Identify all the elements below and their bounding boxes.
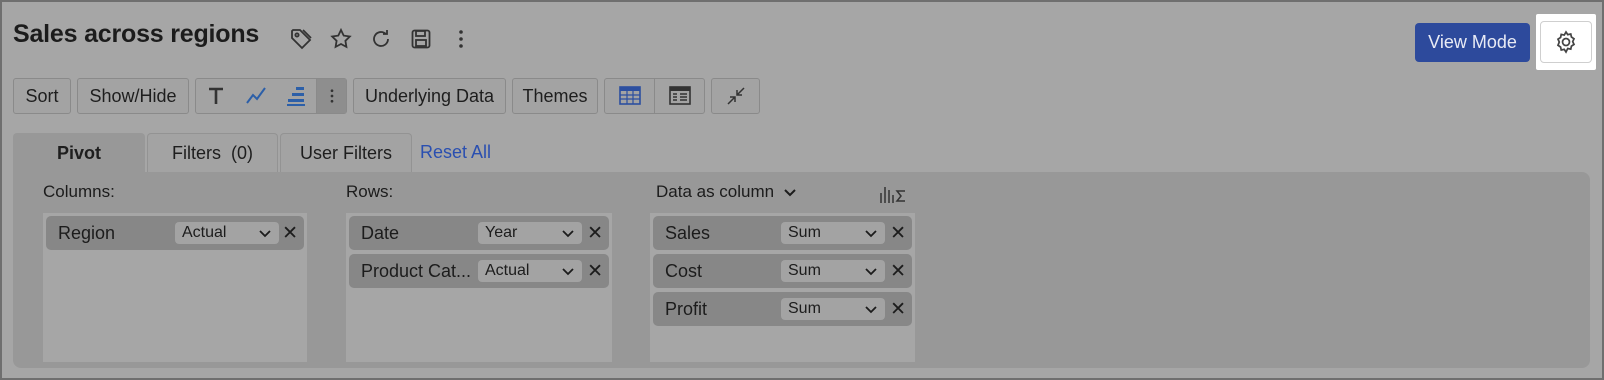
chevron-down-icon (562, 230, 574, 238)
rows-drop-zone[interactable]: Date Year ✕ Product Cat... Actual ✕ (346, 213, 612, 362)
rows-field-pill[interactable]: Date Year ✕ (349, 216, 609, 250)
aggregation-value: Actual (485, 262, 530, 279)
show-hide-button[interactable]: Show/Hide (77, 78, 189, 114)
page-title: Sales across regions (13, 20, 260, 48)
save-icon[interactable] (408, 26, 434, 52)
data-field-pill[interactable]: Profit Sum ✕ (653, 292, 912, 326)
aggregation-value: Sum (788, 224, 821, 241)
columns-label: Columns: (43, 182, 115, 201)
aggregation-select[interactable]: Sum (781, 260, 885, 282)
collapse-arrows-icon (726, 87, 745, 105)
settings-button[interactable] (1536, 14, 1596, 70)
tabular-layout-icon[interactable] (605, 79, 654, 113)
reset-all-link[interactable]: Reset All (420, 142, 491, 163)
more-vertical-icon[interactable] (448, 26, 474, 52)
settings-button-frame (1540, 21, 1592, 63)
remove-field-icon[interactable]: ✕ (890, 224, 906, 243)
chevron-down-icon (259, 230, 271, 238)
aggregation-select[interactable]: Sum (781, 298, 885, 320)
themes-button[interactable]: Themes (512, 78, 598, 114)
remove-field-icon[interactable]: ✕ (890, 262, 906, 281)
data-field-pill[interactable]: Cost Sum ✕ (653, 254, 912, 288)
field-name: Profit (665, 298, 708, 319)
field-name: Product Cat... (361, 260, 472, 281)
sort-button[interactable]: Sort (13, 78, 71, 114)
tab-pivot[interactable]: Pivot (13, 133, 145, 173)
aggregation-value: Actual (182, 224, 227, 241)
chevron-down-icon (865, 306, 877, 314)
collapse-button[interactable] (711, 78, 760, 114)
field-name: Sales (665, 222, 711, 243)
chevron-down-icon (784, 189, 796, 197)
chevron-down-icon (865, 230, 877, 238)
tab-user-filters[interactable]: User Filters (280, 133, 412, 173)
aggregation-value: Sum (788, 300, 821, 317)
remove-field-icon[interactable]: ✕ (587, 262, 603, 281)
aggregation-select[interactable]: Year (478, 222, 582, 244)
bar-format-icon[interactable] (276, 79, 316, 113)
gear-icon (1556, 30, 1576, 54)
remove-field-icon[interactable]: ✕ (282, 224, 298, 243)
remove-field-icon[interactable]: ✕ (890, 300, 906, 319)
report-overlay: Sales across regions View Mode Sort Show… (0, 0, 1604, 380)
field-name: Cost (665, 260, 703, 281)
title-actions (288, 26, 474, 52)
underlying-data-button[interactable]: Underlying Data (353, 78, 506, 114)
tag-icon[interactable] (288, 26, 314, 52)
star-icon[interactable] (328, 26, 354, 52)
rows-field-pill[interactable]: Product Cat... Actual ✕ (349, 254, 609, 288)
data-field-pill[interactable]: Sales Sum ✕ (653, 216, 912, 250)
remove-field-icon[interactable]: ✕ (587, 224, 603, 243)
more-vertical-icon[interactable] (316, 79, 346, 113)
layout-toolbar-group (604, 78, 705, 114)
compact-layout-icon[interactable] (654, 79, 704, 113)
aggregation-select[interactable]: Actual (478, 260, 582, 282)
data-as-column-dropdown[interactable]: Data as column (656, 182, 798, 202)
rows-label: Rows: (346, 182, 394, 201)
view-mode-button[interactable]: View Mode (1415, 23, 1530, 62)
columns-field-pill[interactable]: Region Actual ✕ (46, 216, 304, 250)
chevron-down-icon (562, 268, 574, 276)
aggregate-sum-icon[interactable] (878, 181, 908, 205)
aggregation-value: Year (485, 224, 518, 241)
text-format-icon[interactable] (196, 79, 236, 113)
refresh-icon[interactable] (368, 26, 394, 52)
columns-drop-zone[interactable]: Region Actual ✕ (43, 213, 307, 362)
aggregation-select[interactable]: Sum (781, 222, 885, 244)
aggregation-value: Sum (788, 262, 821, 279)
data-drop-zone[interactable]: Sales Sum ✕ Cost Sum ✕ Profit Sum ✕ (650, 213, 915, 362)
field-name: Date (361, 222, 400, 243)
format-toolbar-group (195, 78, 347, 114)
chevron-down-icon (865, 268, 877, 276)
sparkline-icon[interactable] (236, 79, 276, 113)
tab-filters[interactable]: Filters (0) (147, 133, 278, 173)
field-name: Region (58, 222, 116, 243)
data-as-column-label: Data as column (656, 182, 775, 201)
aggregation-select[interactable]: Actual (175, 222, 279, 244)
